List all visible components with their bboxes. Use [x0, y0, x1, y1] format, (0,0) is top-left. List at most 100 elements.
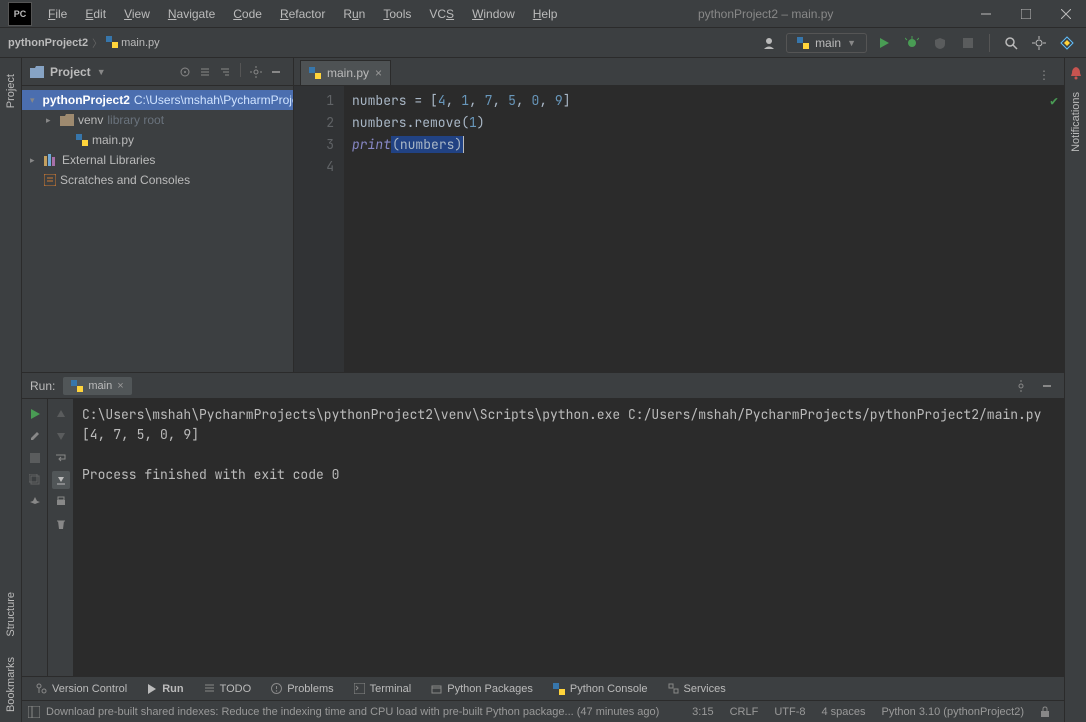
breadcrumb-sep: 〉 [92, 35, 102, 50]
rerun-button[interactable] [26, 405, 44, 423]
down-stack-button[interactable] [52, 427, 70, 445]
run-tab-main[interactable]: main × [63, 377, 131, 395]
sidebar-tab-notifications[interactable]: Notifications [1068, 82, 1084, 162]
bottombar-python-console[interactable]: Python Console [545, 681, 656, 697]
collapse-all-icon[interactable] [216, 63, 234, 81]
app-logo: PC [8, 2, 32, 26]
run-console[interactable]: C:\Users\mshah\PycharmProjects\pythonPro… [74, 399, 1064, 676]
tree-venv[interactable]: ▸ venv library root [22, 110, 293, 130]
statusbar-window-icon[interactable] [28, 706, 40, 718]
run-pane-label: Run: [30, 379, 55, 393]
code-line-1[interactable]: numbers = [4, 1, 7, 5, 0, 9] [352, 90, 1064, 112]
tree-root[interactable]: ▾ pythonProject2 C:\Users\mshah\PycharmP… [22, 90, 293, 110]
python-icon [553, 683, 565, 695]
python-file-icon [309, 67, 321, 79]
project-tree[interactable]: ▾ pythonProject2 C:\Users\mshah\PycharmP… [22, 86, 293, 194]
inspection-ok-icon[interactable]: ✔ [1050, 92, 1058, 109]
editor-tab-main[interactable]: main.py × [300, 60, 391, 85]
tree-scratches[interactable]: Scratches and Consoles [22, 170, 293, 190]
menu-tools[interactable]: Tools [375, 3, 419, 25]
bottombar-todo[interactable]: TODO [196, 681, 260, 697]
scroll-end-button[interactable] [52, 471, 70, 489]
statusbar-encoding[interactable]: UTF-8 [766, 706, 813, 718]
chevron-down-icon: ▼ [847, 38, 856, 48]
tree-file-main[interactable]: main.py [22, 130, 293, 150]
modify-run-config-button[interactable] [26, 427, 44, 445]
print-button[interactable] [52, 493, 70, 511]
bottombar-version-control[interactable]: Version Control [28, 681, 135, 697]
project-pane-title[interactable]: Project ▼ [50, 65, 170, 79]
statusbar-lock-icon[interactable] [1032, 706, 1058, 718]
toolbar: pythonProject2 〉 main.py main ▼ [0, 28, 1086, 58]
bottombar-terminal[interactable]: Terminal [346, 681, 420, 697]
statusbar-position[interactable]: 3:15 [684, 706, 721, 718]
menu-view[interactable]: View [116, 3, 158, 25]
sidebar-tab-project[interactable]: Project [3, 64, 19, 118]
code-editor[interactable]: 1 2 3 4 numbers = [4, 1, 7, 5, 0, 9] num… [294, 86, 1064, 372]
menu-vcs[interactable]: VCS [421, 3, 462, 25]
code-with-me-icon[interactable] [1056, 32, 1078, 54]
folder-icon [60, 114, 74, 126]
stop-button[interactable] [957, 32, 979, 54]
soft-wrap-button[interactable] [52, 449, 70, 467]
locate-icon[interactable] [176, 63, 194, 81]
expand-all-icon[interactable] [196, 63, 214, 81]
close-tab-icon[interactable]: × [375, 66, 382, 80]
settings-button[interactable] [1028, 32, 1050, 54]
sidebar-tab-structure[interactable]: Structure [3, 582, 19, 647]
up-stack-button[interactable] [52, 405, 70, 423]
menu-code[interactable]: Code [225, 3, 270, 25]
chevron-down-icon: ▾ [30, 95, 35, 106]
statusbar-interpreter[interactable]: Python 3.10 (pythonProject2) [874, 706, 1032, 718]
breadcrumb-file[interactable]: main.py [106, 36, 160, 49]
notifications-bell-icon[interactable] [1067, 64, 1085, 82]
services-icon [668, 683, 679, 694]
run-button[interactable] [873, 32, 895, 54]
minimize-button[interactable] [966, 0, 1006, 28]
tree-external-libraries[interactable]: ▸ External Libraries [22, 150, 293, 170]
menu-help[interactable]: Help [525, 3, 566, 25]
run-settings-icon[interactable] [1012, 377, 1030, 395]
pin-button[interactable] [26, 493, 44, 511]
package-icon [431, 683, 442, 694]
search-everywhere-button[interactable] [1000, 32, 1022, 54]
menu-navigate[interactable]: Navigate [160, 3, 223, 25]
menubar: File Edit View Navigate Code Refactor Ru… [40, 3, 565, 25]
terminal-icon [354, 683, 365, 694]
sidebar-tab-bookmarks[interactable]: Bookmarks [3, 647, 19, 722]
bottombar-services[interactable]: Services [660, 681, 734, 697]
menu-window[interactable]: Window [464, 3, 523, 25]
python-file-icon [71, 380, 83, 392]
menu-edit[interactable]: Edit [77, 3, 114, 25]
clear-button[interactable] [52, 515, 70, 533]
debug-button[interactable] [901, 32, 923, 54]
coverage-button[interactable] [929, 32, 951, 54]
bottombar-run[interactable]: Run [139, 681, 191, 697]
stop-run-button[interactable] [26, 449, 44, 467]
run-config-selector[interactable]: main ▼ [786, 33, 867, 53]
close-tab-icon[interactable]: × [117, 380, 123, 392]
breadcrumb-root[interactable]: pythonProject2 [8, 37, 88, 49]
dump-threads-button[interactable] [26, 471, 44, 489]
maximize-button[interactable] [1006, 0, 1046, 28]
statusbar-message[interactable]: Download pre-built shared indexes: Reduc… [46, 706, 684, 718]
close-button[interactable] [1046, 0, 1086, 28]
statusbar-indent[interactable]: 4 spaces [813, 706, 873, 718]
menu-file[interactable]: File [40, 3, 75, 25]
branch-icon [36, 683, 47, 694]
statusbar-line-ending[interactable]: CRLF [722, 706, 767, 718]
tab-options-icon[interactable]: ⋮ [1034, 65, 1054, 85]
python-file-icon [797, 37, 809, 49]
user-icon[interactable] [758, 32, 780, 54]
bottombar-problems[interactable]: Problems [263, 681, 341, 697]
hide-pane-icon[interactable] [267, 63, 285, 81]
code-line-3[interactable]: print(numbers) [352, 134, 1064, 156]
settings-icon[interactable] [247, 63, 265, 81]
menu-run[interactable]: Run [335, 3, 373, 25]
editor-area: main.py × ⋮ 1 2 3 4 numbers = [4, 1, 7, … [294, 58, 1064, 372]
code-line-2[interactable]: numbers.remove(1) [352, 112, 1064, 134]
bottombar-python-packages[interactable]: Python Packages [423, 681, 541, 697]
hide-run-icon[interactable] [1038, 377, 1056, 395]
menu-refactor[interactable]: Refactor [272, 3, 333, 25]
chevron-right-icon: ▸ [46, 115, 56, 126]
